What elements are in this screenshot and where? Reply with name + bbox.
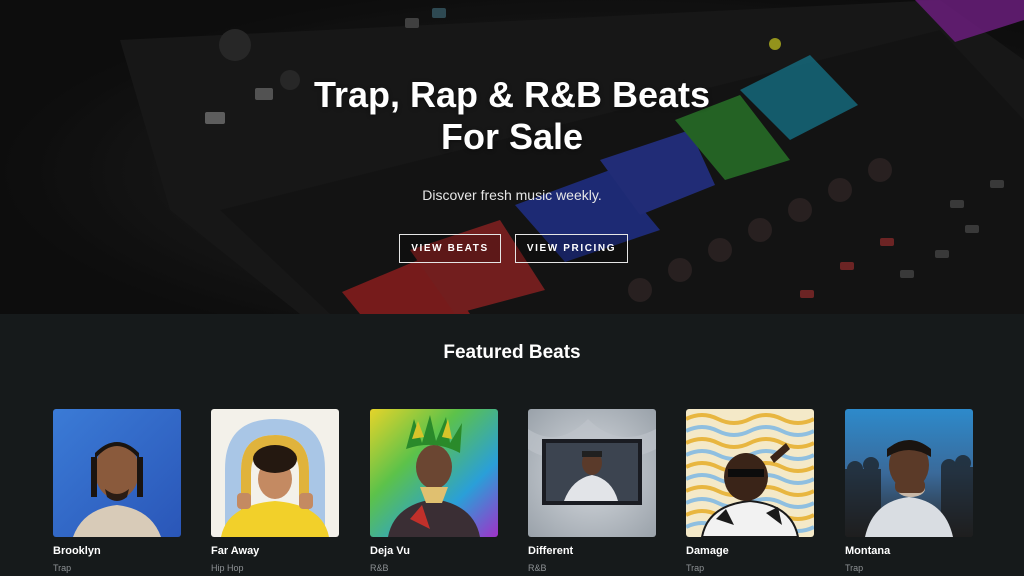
beat-card-montana[interactable]: Montana Trap (845, 409, 973, 573)
beat-artwork-brooklyn[interactable] (53, 409, 181, 537)
beat-card-deja-vu[interactable]: Deja Vu R&B (370, 409, 498, 573)
view-pricing-button[interactable]: VIEW PRICING (515, 234, 628, 263)
hero-banner: Trap, Rap & R&B Beats For Sale Discover … (0, 0, 1024, 314)
hero-title-line2: For Sale (440, 116, 584, 157)
hero-subtitle: Discover fresh music weekly. (422, 187, 602, 203)
beat-title[interactable]: Montana (845, 545, 973, 557)
beat-artwork-different[interactable] (528, 409, 656, 537)
beat-card-different[interactable]: Different R&B (528, 409, 656, 573)
beat-title[interactable]: Far Away (211, 545, 339, 557)
beat-artwork-deja-vu[interactable] (370, 409, 498, 537)
beat-artwork-damage[interactable] (686, 409, 814, 537)
beat-title[interactable]: Deja Vu (370, 545, 498, 557)
beat-genre: R&B (528, 563, 547, 573)
hero-title: Trap, Rap & R&B Beats For Sale (212, 74, 812, 158)
featured-beats-section: Featured Beats Brooklyn Trap Far Away Hi… (0, 314, 1024, 576)
beat-genre: Hip Hop (211, 563, 244, 573)
beat-genre: Trap (845, 563, 864, 573)
view-beats-button[interactable]: VIEW BEATS (399, 234, 501, 263)
beat-card-brooklyn[interactable]: Brooklyn Trap (53, 409, 181, 573)
hero-content: Trap, Rap & R&B Beats For Sale Discover … (0, 0, 1024, 314)
beat-card-damage[interactable]: Damage Trap (686, 409, 814, 573)
featured-heading: Featured Beats (443, 342, 581, 363)
hero-title-line1: Trap, Rap & R&B Beats (313, 74, 711, 115)
beat-title[interactable]: Brooklyn (53, 545, 181, 557)
beat-title[interactable]: Damage (686, 545, 814, 557)
beat-card-far-away[interactable]: Far Away Hip Hop (211, 409, 339, 573)
beat-title[interactable]: Different (528, 545, 656, 557)
beat-artwork-far-away[interactable] (211, 409, 339, 537)
beat-genre: R&B (370, 563, 389, 573)
beat-artwork-montana[interactable] (845, 409, 973, 537)
beat-genre: Trap (686, 563, 705, 573)
beat-genre: Trap (53, 563, 72, 573)
